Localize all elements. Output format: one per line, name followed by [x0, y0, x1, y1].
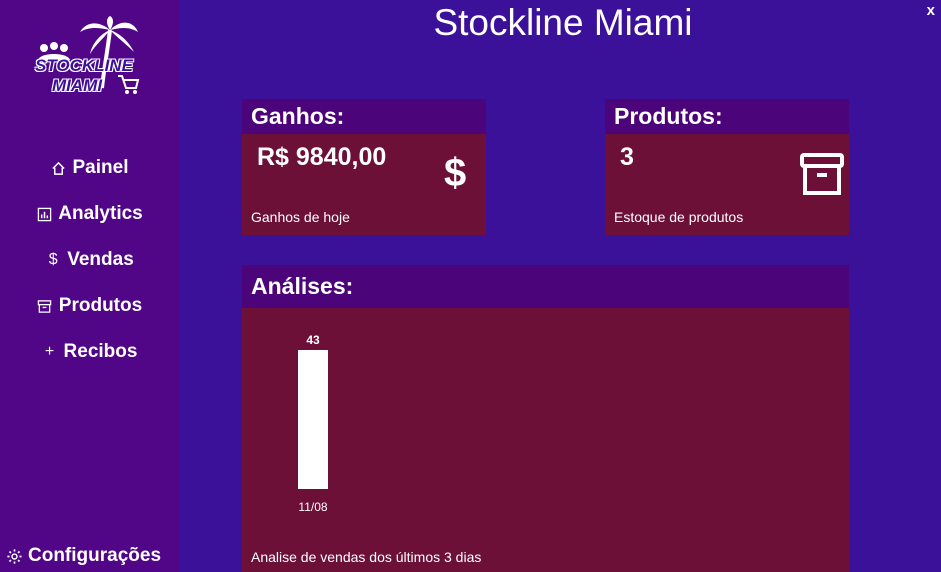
sidebar-item-label: Produtos	[58, 295, 143, 316]
settings-label: Configurações	[28, 545, 162, 566]
sidebar-item-label: Vendas	[67, 249, 134, 270]
dollar-icon: $	[444, 151, 467, 195]
archive-icon	[37, 298, 53, 314]
products-card: Produtos: 3 Estoque de produtos	[605, 99, 849, 235]
card-title: Produtos:	[605, 99, 849, 134]
close-button[interactable]: x	[927, 2, 935, 19]
card-title: Análises:	[242, 265, 849, 308]
chart-icon	[36, 206, 52, 222]
logo-text-line2: MIAMI	[52, 76, 103, 95]
sidebar-item-label: Painel	[72, 157, 129, 178]
card-title: Ganhos:	[242, 99, 486, 134]
sidebar-item-painel[interactable]: Painel	[0, 153, 179, 183]
plus-icon: +	[44, 343, 55, 360]
dollar-icon: $	[48, 251, 58, 268]
gear-icon	[6, 548, 23, 565]
analytics-card: Análises: 43 11/08 Analise de vendas dos …	[242, 265, 849, 572]
chart-data-label: 43	[306, 333, 320, 347]
sidebar-item-vendas[interactable]: $ Vendas	[0, 245, 179, 275]
sales-bar-chart: 43 11/08	[298, 333, 328, 514]
sidebar: STOCKLINE MIAMI Painel Analytics $ Venda…	[0, 0, 179, 572]
sidebar-item-configuracoes[interactable]: Configurações	[0, 541, 161, 571]
sidebar-item-recibos[interactable]: + Recibos	[0, 337, 179, 367]
earnings-value: R$ 9840,00	[257, 143, 387, 171]
archive-icon	[799, 151, 845, 202]
chart-tick-label: 11/08	[298, 500, 327, 514]
products-value: 3	[620, 143, 634, 171]
sidebar-item-analytics[interactable]: Analytics	[0, 199, 179, 229]
home-icon	[51, 160, 67, 176]
sidebar-item-label: Recibos	[63, 341, 138, 362]
analytics-caption: Analise de vendas dos últimos 3 dias	[251, 549, 482, 565]
sidebar-item-label: Analytics	[58, 203, 143, 224]
page-title: Stockline Miami	[433, 2, 693, 43]
app-logo: STOCKLINE MIAMI	[30, 16, 140, 102]
earnings-caption: Ganhos de hoje	[251, 209, 350, 225]
logo-text-line1: STOCKLINE	[35, 56, 133, 75]
sidebar-item-produtos[interactable]: Produtos	[0, 291, 179, 321]
earnings-card: Ganhos: R$ 9840,00 $ Ganhos de hoje	[242, 99, 486, 235]
chart-bar	[298, 350, 328, 489]
products-caption: Estoque de produtos	[614, 209, 744, 225]
